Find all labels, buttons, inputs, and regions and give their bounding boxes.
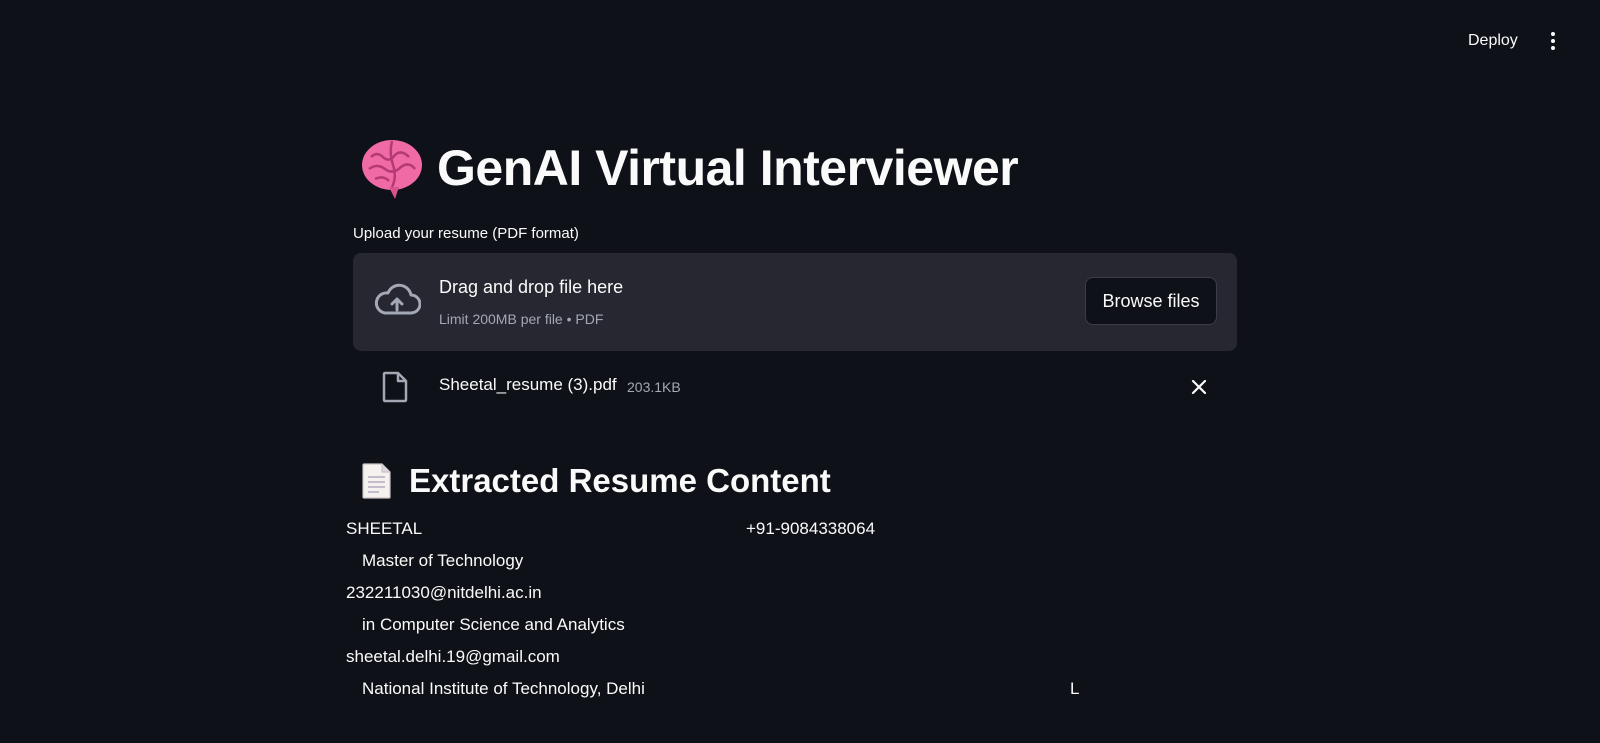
resume-line: 232211030@nitdelhi.ac.in xyxy=(346,583,542,602)
kebab-vertical-icon[interactable] xyxy=(1544,30,1562,52)
page-title: GenAI Virtual Interviewer xyxy=(437,140,1019,196)
upload-label: Upload your resume (PDF format) xyxy=(353,225,579,242)
section-header: Extracted Resume Content xyxy=(353,459,1237,503)
browse-files-button[interactable]: Browse files xyxy=(1085,277,1217,325)
dropzone-title: Drag and drop file here xyxy=(439,277,624,297)
cloud-upload-icon xyxy=(374,283,421,315)
resume-phone: +91-9084338064 xyxy=(746,519,876,538)
file-icon xyxy=(382,371,408,403)
uploaded-file-size: 203.1KB xyxy=(627,379,681,395)
page-facing-up-icon xyxy=(362,463,391,499)
deploy-button[interactable]: Deploy xyxy=(1464,30,1522,52)
resume-line: in Computer Science and Analytics xyxy=(362,615,625,634)
resume-stray-char: L xyxy=(1070,679,1080,698)
uploaded-file-name: Sheetal_resume (3).pdf xyxy=(439,375,617,394)
title-row: GenAI Virtual Interviewer xyxy=(353,128,1237,208)
file-dropzone[interactable]: Drag and drop file here Limit 200MB per … xyxy=(353,253,1237,351)
section-title: Extracted Resume Content xyxy=(409,462,831,499)
main-content: GenAI Virtual Interviewer Upload your re… xyxy=(346,128,1237,705)
top-bar: Deploy xyxy=(0,0,1600,60)
resume-line: sheetal.delhi.19@gmail.com xyxy=(346,647,560,666)
uploaded-file-row: Sheetal_resume (3).pdf 203.1KB xyxy=(353,359,1237,413)
brain-emoji-icon xyxy=(362,140,422,199)
dropzone-limit: Limit 200MB per file • PDF xyxy=(439,311,604,327)
resume-line: Master of Technology xyxy=(362,551,524,570)
resume-line: National Institute of Technology, Delhi xyxy=(362,679,645,698)
close-icon[interactable] xyxy=(1187,375,1211,399)
resume-content: SHEETAL +91-9084338064 Master of Technol… xyxy=(346,513,1237,705)
